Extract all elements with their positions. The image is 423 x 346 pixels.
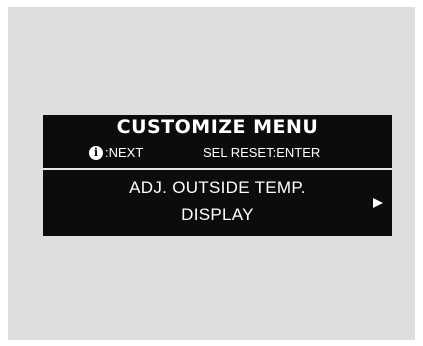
info-icon: i (89, 145, 103, 160)
menu-title: CUSTOMIZE MENU (116, 116, 319, 138)
next-hint: i :NEXT (89, 145, 143, 160)
next-hint-label: :NEXT (105, 145, 144, 160)
divider (43, 168, 392, 170)
menu-item-line1[interactable]: ADJ. OUTSIDE TEMP. (43, 178, 392, 198)
menu-item-line2[interactable]: DISPLAY (43, 205, 392, 225)
display-screen: CUSTOMIZE MENU i :NEXT SEL RESET:ENTER A… (43, 115, 392, 236)
select-reset-hint: SEL RESET:ENTER (203, 145, 321, 160)
hint-row: i :NEXT SEL RESET:ENTER (43, 144, 392, 164)
background-panel: CUSTOMIZE MENU i :NEXT SEL RESET:ENTER A… (8, 7, 415, 340)
right-arrow-icon[interactable] (373, 198, 383, 208)
